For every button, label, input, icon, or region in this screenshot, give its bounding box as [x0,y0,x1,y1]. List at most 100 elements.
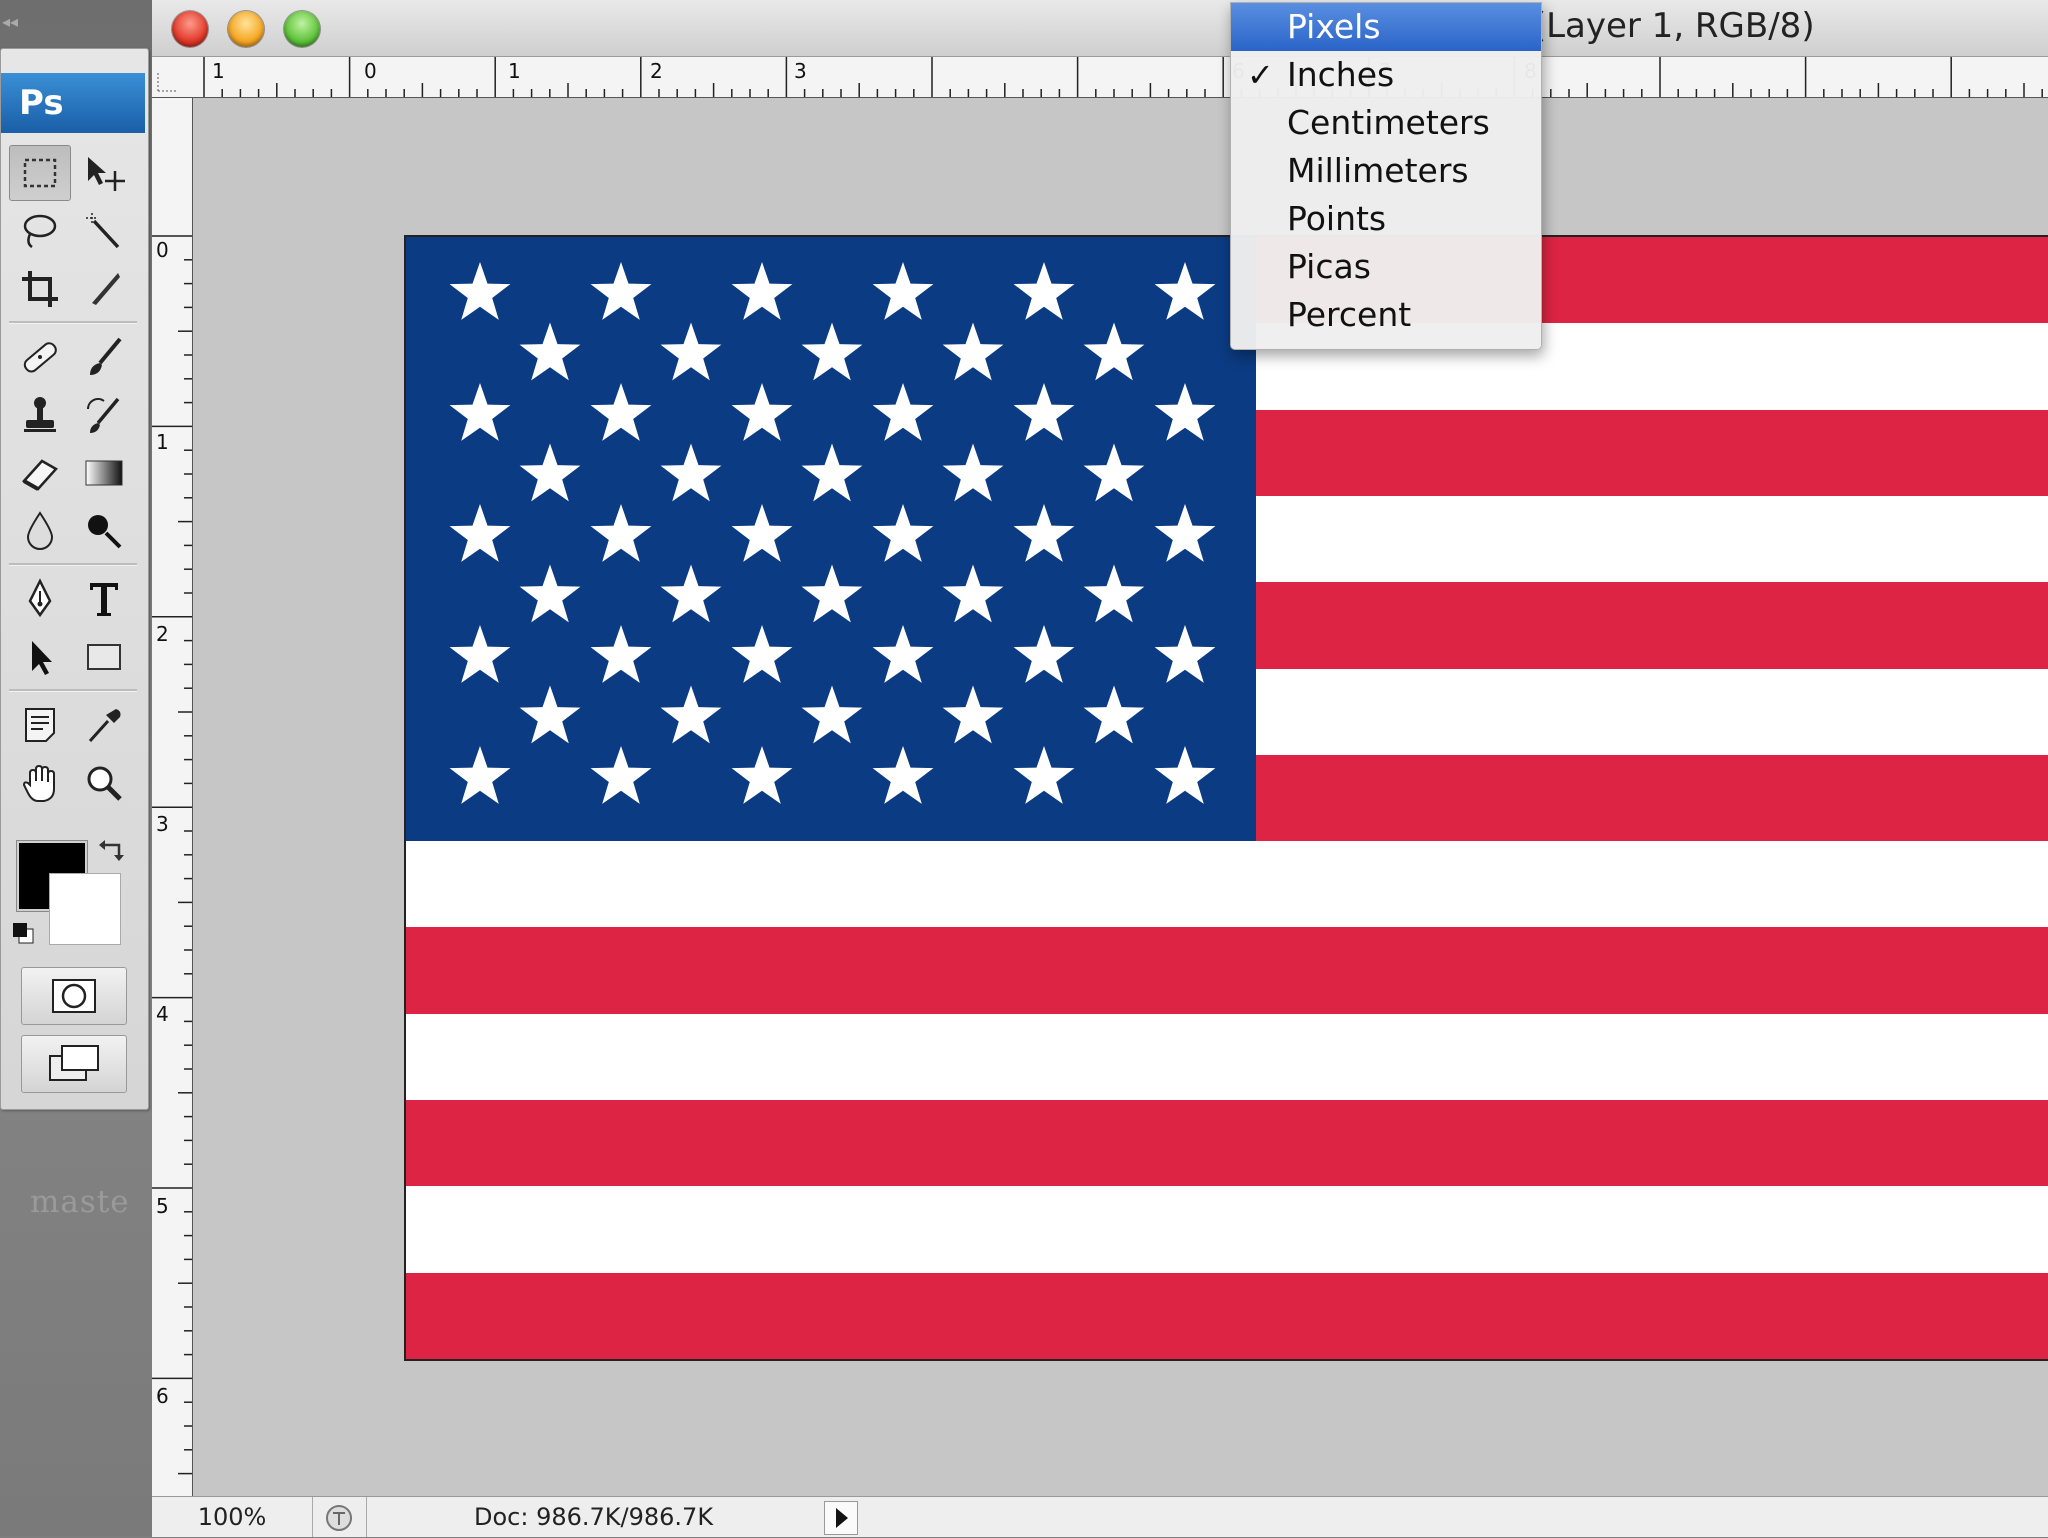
pen-tool-icon[interactable] [9,571,71,627]
ruler-number: 1 [212,59,225,83]
ruler-number: 3 [794,59,807,83]
ruler-number: 2 [156,622,169,646]
flag-star [660,564,722,623]
quick-mask-button[interactable] [21,967,127,1025]
minimize-window-button[interactable] [228,11,264,47]
tool-divider [9,563,137,566]
flag-star [1013,262,1075,320]
menu-item-label: Percent [1287,295,1412,334]
menu-item-points[interactable]: Points [1231,195,1541,243]
eraser-tool-icon[interactable] [9,445,71,501]
photoshop-logo[interactable]: Ps [1,73,145,133]
flag-star [801,443,863,502]
flag-star [449,262,511,320]
flag-star [1013,504,1075,562]
flag-star [1083,685,1145,744]
history-brush-tool-icon[interactable] [73,387,135,443]
screen-mode-button[interactable] [21,1035,127,1093]
flag-star [1154,262,1216,320]
swap-colors-icon[interactable] [95,835,127,867]
lasso-tool-icon[interactable] [9,203,71,259]
move-tool-icon[interactable] [73,145,135,201]
flag-star [590,262,652,320]
default-colors-icon[interactable] [11,921,37,947]
status-info-icon[interactable] [324,1503,354,1533]
menu-item-percent[interactable]: Percent [1231,291,1541,339]
menu-item-label: Centimeters [1287,103,1490,142]
tool-divider [9,689,137,692]
flag-star [731,746,793,804]
flag-star [942,564,1004,623]
gradient-tool-icon[interactable] [73,445,135,501]
ruler-number: 3 [156,812,169,836]
play-arrow-icon [836,1508,848,1528]
rectangle-shape-tool-icon[interactable] [73,629,135,685]
notes-tool-icon[interactable] [9,697,71,753]
tool-divider [9,321,137,324]
flag-star [942,685,1004,744]
zoom-tool-icon[interactable] [73,755,135,811]
background-color-swatch[interactable] [49,873,121,945]
flag-star [1083,564,1145,623]
document-size-info: Doc: 986.7K/986.7K [474,1503,714,1531]
flag-star [731,504,793,562]
crop-tool-icon[interactable] [9,261,71,317]
menu-item-pixels[interactable]: Pixels [1231,3,1541,51]
window-titlebar: @ 100% (Layer 1, RGB/8) [152,0,2048,57]
hand-tool-icon[interactable] [9,755,71,811]
rectangular-marquee-tool-icon[interactable] [9,145,71,201]
flag-star [1083,443,1145,502]
slice-tool-icon[interactable] [73,261,135,317]
status-menu-button[interactable] [824,1501,858,1535]
horizontal-ruler[interactable]: 1 0 1 2 3 6 7 8 [192,57,2048,98]
flag-star [731,383,793,441]
screen-mode-icon [49,1045,99,1081]
palette-collapse-icon[interactable]: ◂◂ [2,12,18,31]
menu-item-centimeters[interactable]: Centimeters [1231,99,1541,147]
menu-item-picas[interactable]: Picas [1231,243,1541,291]
flag-star [660,443,722,502]
ruler-units-menu: Pixels ✓ Inches Centimeters Millimeters P… [1230,2,1542,350]
flag-star [590,383,652,441]
ruler-number: 2 [650,59,663,83]
ruler-number: 0 [364,59,377,83]
flag-star [1013,383,1075,441]
ruler-number: 1 [508,59,521,83]
flag-stripe [406,1186,2048,1274]
flag-star [1083,322,1145,381]
document-canvas[interactable] [193,98,2048,1496]
blur-tool-icon[interactable] [9,503,71,559]
flag-image-layer[interactable] [404,235,2048,1361]
flag-star [1154,504,1216,562]
flag-star [942,443,1004,502]
flag-star [872,383,934,441]
dodge-tool-icon[interactable] [73,503,135,559]
eyedropper-tool-icon[interactable] [73,697,135,753]
close-window-button[interactable] [172,11,208,47]
flag-star [660,322,722,381]
flag-star [1154,625,1216,683]
healing-brush-tool-icon[interactable] [9,329,71,385]
flag-star [449,383,511,441]
ruler-number: 1 [156,430,169,454]
menu-item-label: Millimeters [1287,151,1469,190]
status-bar: 100% Doc: 986.7K/986.7K [152,1496,2048,1537]
flag-star [801,685,863,744]
zoom-window-button[interactable] [284,11,320,47]
brush-tool-icon[interactable] [73,329,135,385]
menu-item-label: Inches [1287,55,1395,94]
flag-star [872,746,934,804]
path-selection-tool-icon[interactable] [9,629,71,685]
flag-stripe [406,1272,2048,1359]
zoom-level-field[interactable]: 100% [152,1497,313,1537]
menu-item-inches[interactable]: ✓ Inches [1231,51,1541,99]
vertical-ruler[interactable]: 0 1 2 3 4 5 6 [152,98,193,1496]
menu-item-label: Picas [1287,247,1371,286]
desktop-text: maste [30,1184,130,1220]
type-tool-icon[interactable] [73,571,135,627]
ruler-origin[interactable] [152,57,193,98]
menu-item-millimeters[interactable]: Millimeters [1231,147,1541,195]
clone-stamp-tool-icon[interactable] [9,387,71,443]
magic-wand-tool-icon[interactable] [73,203,135,259]
flag-star [1154,746,1216,804]
